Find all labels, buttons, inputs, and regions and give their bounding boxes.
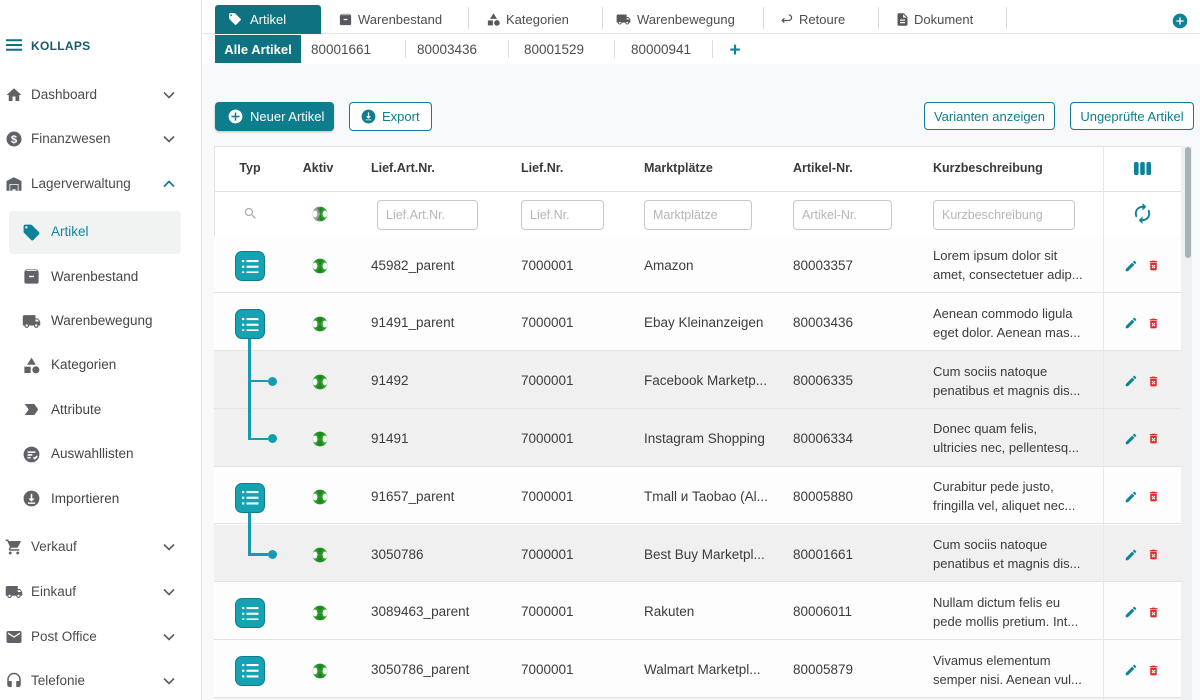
svg-text:$: $ — [11, 134, 18, 146]
